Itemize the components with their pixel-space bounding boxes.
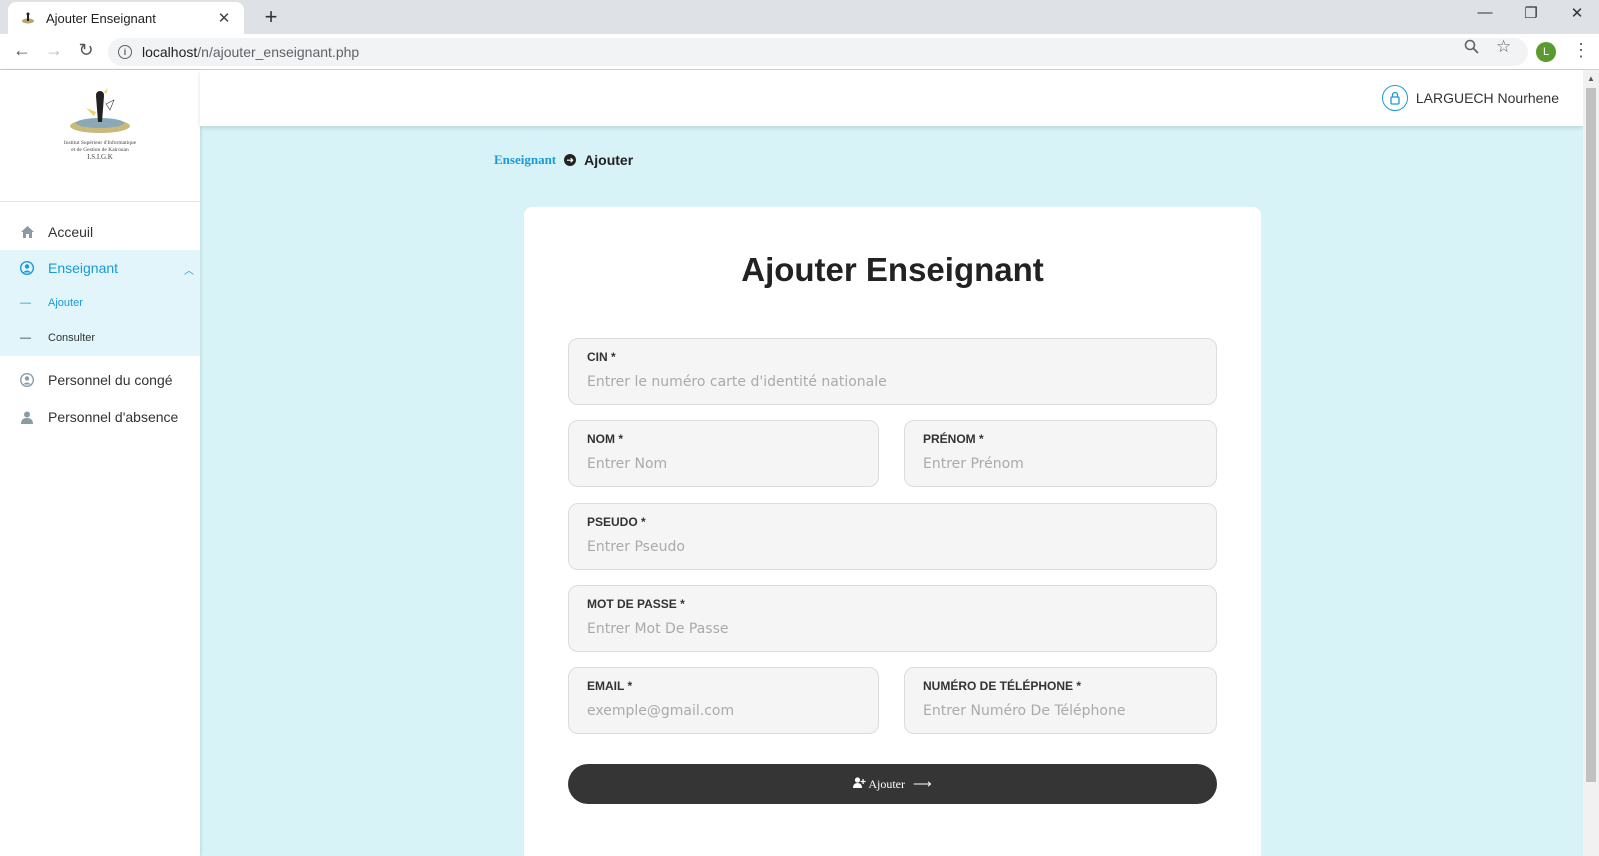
sidebar-item-acceuil[interactable]: Acceuil <box>0 214 200 250</box>
logo-text-line3: I.S.I.G.K <box>87 153 113 161</box>
sidebar-item-personnel-conge[interactable]: Personnel du congé <box>0 362 200 398</box>
phone-input[interactable] <box>923 703 1198 719</box>
scroll-up-icon[interactable]: ▲ <box>1587 74 1595 83</box>
prenom-field: PRÉNOM * <box>904 420 1217 487</box>
sidebar-item-label: Personnel du congé <box>48 372 173 388</box>
sidebar-item-label: Personnel d'absence <box>48 409 179 425</box>
user-menu[interactable]: LARGUECH Nourhene <box>1381 85 1559 111</box>
breadcrumb: Enseignant ➜ Ajouter <box>494 152 633 168</box>
page: Institut Supérieur d'Informatique et de … <box>0 70 1599 856</box>
lock-user-icon <box>1381 85 1408 111</box>
cin-input[interactable] <box>587 374 1198 390</box>
user-name: LARGUECH Nourhene <box>1415 90 1559 106</box>
top-header: LARGUECH Nourhene <box>200 70 1583 126</box>
sidebar-item-label: Enseignant <box>48 260 119 276</box>
new-tab-icon[interactable]: + <box>260 5 282 29</box>
form-card: Ajouter Enseignant CIN * NOM * PRÉNOM * … <box>524 207 1261 856</box>
prenom-label: PRÉNOM * <box>923 432 984 446</box>
submenu-item-label: Consulter <box>48 332 96 344</box>
chevron-up-icon: ︿ <box>184 266 194 277</box>
tab-close-icon[interactable]: ✕ <box>216 9 232 27</box>
password-field: MOT DE PASSE * <box>568 585 1217 652</box>
email-label: EMAIL * <box>587 679 633 693</box>
sidebar: Institut Supérieur d'Informatique et de … <box>0 70 200 856</box>
submenu-item-ajouter[interactable]: — Ajouter <box>0 286 200 320</box>
nom-label: NOM * <box>587 432 623 446</box>
ajouter-submit-button[interactable]: Ajouter ⟶ <box>568 764 1217 804</box>
user-circle-icon <box>20 261 34 275</box>
forward-icon[interactable]: → <box>42 40 66 61</box>
nom-field: NOM * <box>568 420 879 487</box>
url-path: /n/ajouter_enseignant.php <box>197 44 360 60</box>
info-icon[interactable]: i <box>118 45 132 59</box>
phone-label: NUMÉRO DE TÉLÉPHONE * <box>923 679 1082 693</box>
reload-icon[interactable]: ↻ <box>74 40 98 61</box>
password-label: MOT DE PASSE * <box>587 597 685 611</box>
browser-tab-bar: Ajouter Enseignant ✕ + — ❐ ✕ <box>0 0 1599 34</box>
pseudo-input[interactable] <box>587 539 1198 555</box>
browser-toolbar: ← → ↻ i localhost/n/ajouter_enseignant.p… <box>0 34 1599 70</box>
scroll-thumb[interactable] <box>1586 88 1596 782</box>
phone-field: NUMÉRO DE TÉLÉPHONE * <box>904 667 1217 734</box>
form-title: Ajouter Enseignant <box>741 251 1044 288</box>
profile-avatar[interactable]: L <box>1536 42 1556 62</box>
browser-menu-icon[interactable]: ⋮ <box>1572 40 1590 61</box>
bookmark-star-icon[interactable]: ☆ <box>1496 37 1511 57</box>
user-plus-icon <box>853 777 866 791</box>
dash-icon: — <box>20 332 31 344</box>
dash-icon: — <box>20 297 31 309</box>
address-bar[interactable]: i localhost/n/ajouter_enseignant.php <box>108 38 1528 66</box>
pseudo-field: PSEUDO * <box>568 503 1217 570</box>
sidebar-item-personnel-absence[interactable]: Personnel d'absence <box>0 399 200 435</box>
restore-icon[interactable]: ❐ <box>1516 4 1546 22</box>
long-arrow-right-icon: ⟶ <box>913 776 932 791</box>
submenu-item-label: Ajouter <box>48 297 83 309</box>
browser-tab[interactable]: Ajouter Enseignant ✕ <box>8 2 244 34</box>
back-icon[interactable]: ← <box>10 40 34 61</box>
prenom-input[interactable] <box>923 456 1198 472</box>
email-input[interactable] <box>587 703 860 719</box>
submenu-item-consulter[interactable]: — Consulter <box>0 321 200 355</box>
email-field: EMAIL * <box>568 667 879 734</box>
zoom-icon[interactable] <box>1464 39 1479 58</box>
sidebar-item-label: Acceuil <box>48 224 94 240</box>
nom-input[interactable] <box>587 456 860 472</box>
password-input[interactable] <box>587 621 1198 637</box>
isigk-logo: Institut Supérieur d'Informatique et de … <box>56 88 144 168</box>
sidebar-divider <box>0 201 200 202</box>
favicon-icon <box>20 10 36 26</box>
user-circle-icon <box>20 373 34 387</box>
logo-text-line1: Institut Supérieur d'Informatique <box>63 140 137 146</box>
tab-title: Ajouter Enseignant <box>46 10 156 26</box>
submit-label: Ajouter <box>868 776 905 791</box>
arrow-circle-right-icon: ➜ <box>564 154 577 166</box>
pseudo-label: PSEUDO * <box>587 515 646 529</box>
cin-label: CIN * <box>587 350 616 364</box>
sidebar-item-enseignant[interactable]: Enseignant ︿ <box>0 250 200 286</box>
breadcrumb-parent-link[interactable]: Enseignant <box>494 152 556 168</box>
window-close-icon[interactable]: ✕ <box>1562 4 1592 22</box>
page-scrollbar[interactable]: ▲ <box>1583 70 1599 856</box>
user-icon <box>20 410 34 424</box>
minimize-icon[interactable]: — <box>1470 4 1500 21</box>
breadcrumb-current: Ajouter <box>584 152 634 168</box>
enseignant-submenu: — Ajouter — Consulter <box>0 286 200 356</box>
url-host: localhost <box>142 44 198 60</box>
cin-field: CIN * <box>568 338 1217 405</box>
home-icon <box>20 225 34 239</box>
